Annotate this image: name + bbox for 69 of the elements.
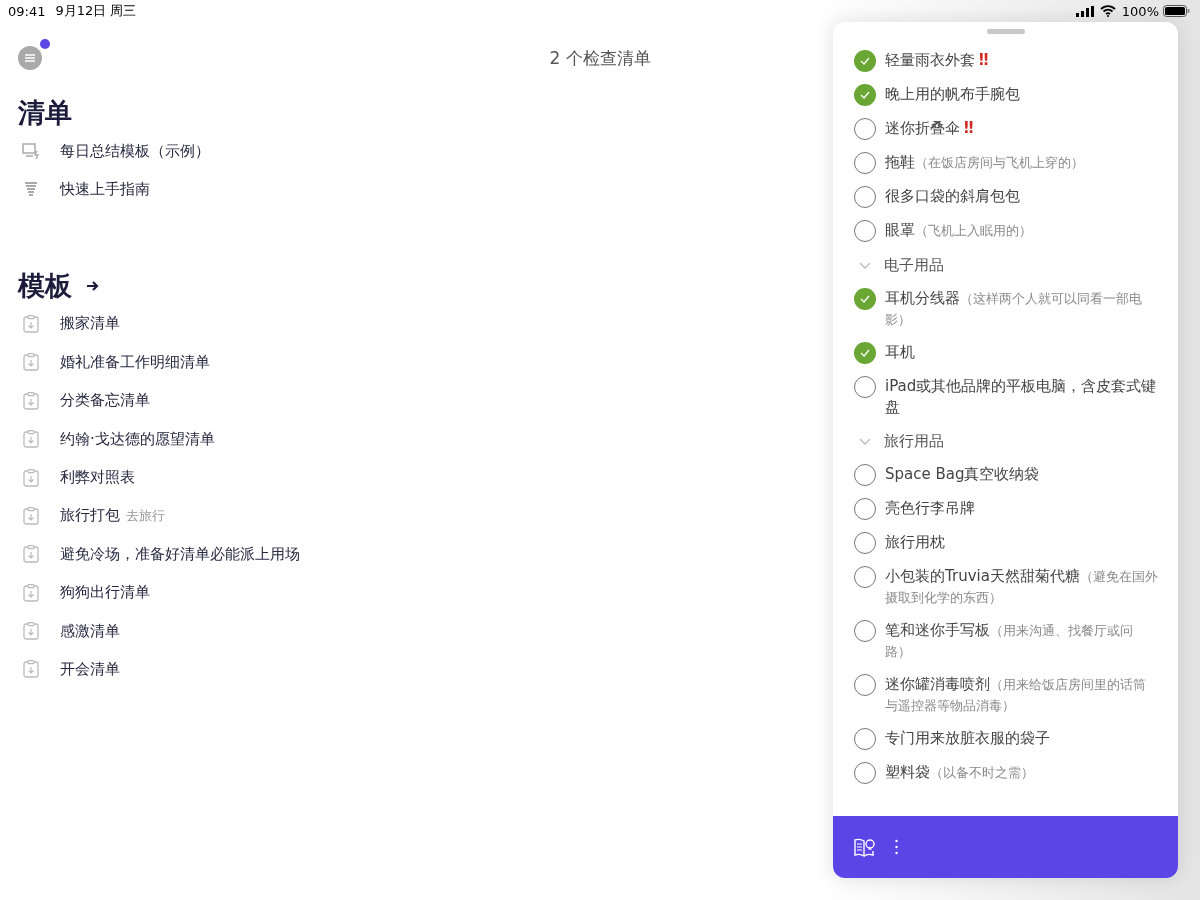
checklist-entry: 小包装的Truvia天然甜菊代糖（避免在国外摄取到化学的东西）: [885, 566, 1158, 607]
menu-icon: [25, 54, 35, 62]
checklist-entry: 晚上用的帆布手腕包: [885, 84, 1020, 105]
book-lightbulb-icon[interactable]: [853, 836, 877, 858]
checkmark-icon: [860, 91, 870, 99]
template-item[interactable]: 约翰·戈达德的愿望清单: [60, 429, 215, 449]
more-icon[interactable]: [895, 839, 898, 855]
checklist-entry: 迷你罐消毒喷剂（用来给饭店房间里的话筒与遥控器等物品消毒）: [885, 674, 1147, 715]
clipboard-download-icon: [22, 622, 40, 641]
checklist-entry: 笔和迷你手写板（用来沟通、找餐厅或问路）: [885, 620, 1134, 661]
template-item[interactable]: 分类备忘清单: [60, 391, 150, 411]
section-heading: 清单: [18, 96, 72, 130]
battery-percent: 100%: [1121, 3, 1159, 19]
funnel-icon: [22, 181, 40, 198]
checklist-entry: 亮色行李吊牌: [885, 498, 975, 519]
checkmark-icon: [860, 349, 870, 357]
menu-button[interactable]: [18, 46, 42, 70]
checklist-entry: 塑料袋（以备不时之需）: [885, 762, 1034, 783]
checklist-entry: 很多口袋的斜肩包包: [885, 186, 1020, 207]
checklist-item[interactable]: 每日总结模板（示例）: [60, 141, 210, 161]
checklist-entry: 迷你折叠伞 ‼: [885, 118, 974, 139]
clipboard-download-icon: [22, 391, 40, 410]
clipboard-download-icon: [22, 545, 40, 564]
chevron-icon[interactable]: [858, 436, 872, 446]
template-item[interactable]: 避免冷场，准备好清单必能派上用场: [60, 544, 300, 564]
checkbox[interactable]: [854, 342, 876, 364]
checklist-entry: iPad或其他品牌的平板电脑，含皮套式键盘: [885, 376, 1158, 418]
template-item[interactable]: 利弊对照表: [60, 468, 135, 488]
template-item[interactable]: 婚礼准备工作明细清单: [60, 352, 210, 372]
chevron-icon[interactable]: [858, 260, 872, 270]
checkbox[interactable]: [854, 84, 876, 106]
checklist-entry: 耳机: [885, 342, 915, 363]
checklist-entry: 轻量雨衣外套 ‼: [885, 50, 989, 71]
checkmark-icon: [860, 57, 870, 65]
template-item[interactable]: 开会清单: [60, 660, 120, 679]
clipboard-download-icon: [22, 314, 40, 333]
checklist-item[interactable]: 快速上手指南: [60, 180, 150, 200]
clipboard-download-icon: [22, 583, 40, 602]
battery-icon: [1163, 5, 1190, 17]
template-item[interactable]: 狗狗出行清单: [60, 583, 150, 603]
monitor-icon: [22, 143, 40, 160]
checkmark-icon: [860, 295, 870, 303]
category-heading: 旅行用品: [884, 431, 944, 451]
category-heading: 电子用品: [884, 255, 944, 275]
template-item[interactable]: 搬家清单: [60, 314, 120, 334]
page-title: 2 个检查清单: [549, 46, 651, 70]
status-time: 09:41: [8, 3, 46, 19]
grab-handle[interactable]: [986, 29, 1025, 34]
wifi-icon: [1099, 5, 1116, 17]
checklist-entry: 专门用来放脏衣服的袋子: [885, 728, 1050, 749]
checklist-entry: 旅行用枕: [885, 532, 945, 553]
section-heading: 模板: [18, 268, 72, 303]
checklist-entry: Space Bag真空收纳袋: [885, 464, 1040, 485]
checklist-entry: 耳机分线器（这样两个人就可以同看一部电影）: [885, 288, 1143, 329]
clipboard-download-icon: [22, 660, 40, 679]
clipboard-download-icon: [22, 506, 40, 525]
template-item[interactable]: 旅行打包: [60, 506, 120, 526]
clipboard-download-icon: [22, 468, 40, 487]
checkbox[interactable]: [854, 288, 876, 310]
status-date: 9月12日 周三: [55, 2, 137, 20]
arrow-right-icon[interactable]: [86, 279, 100, 292]
checklist-entry: 眼罩（飞机上入眠用的）: [885, 220, 1032, 241]
signal-icon: [1075, 5, 1094, 17]
checkbox[interactable]: [854, 50, 876, 72]
checklist-entry: 拖鞋（在饭店房间与飞机上穿的）: [885, 152, 1084, 173]
clipboard-download-icon: [22, 353, 40, 372]
clipboard-download-icon: [22, 430, 40, 449]
template-tag: 去旅行: [126, 506, 165, 525]
template-item[interactable]: 感激清单: [60, 621, 120, 641]
